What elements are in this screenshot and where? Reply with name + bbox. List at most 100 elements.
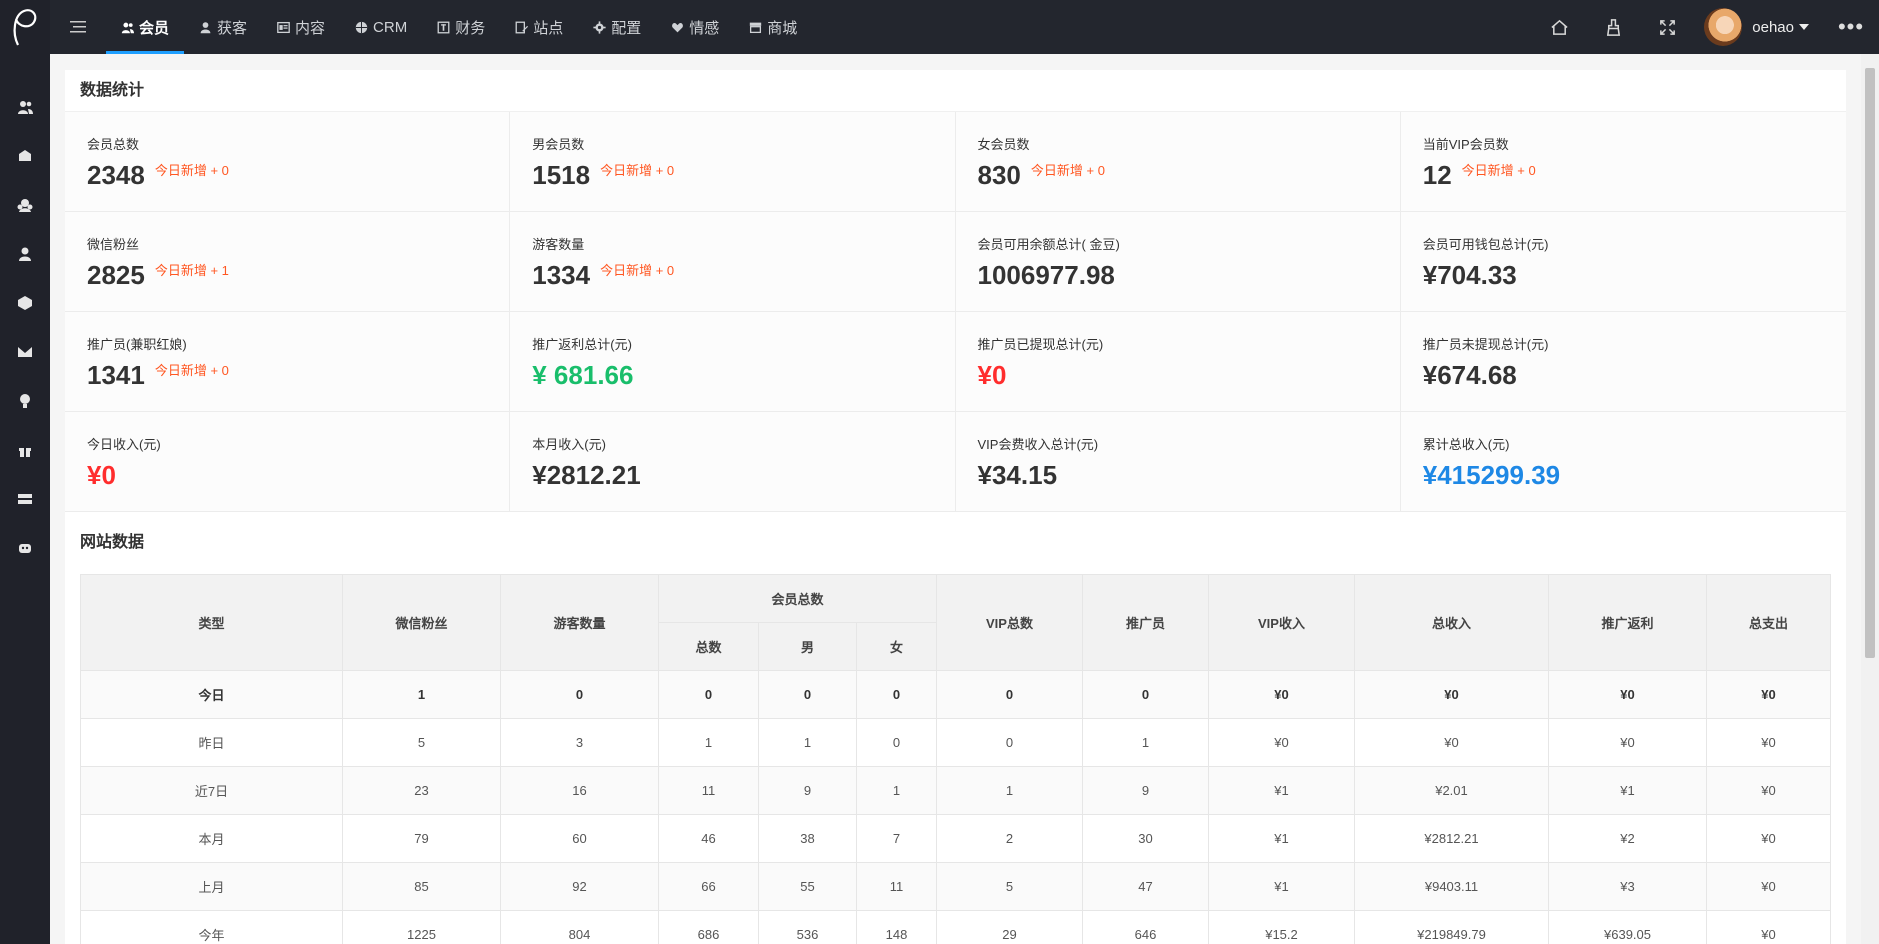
mail-icon <box>18 346 32 357</box>
broom-icon <box>1606 18 1620 36</box>
table-cell: ¥15.2 <box>1208 910 1355 944</box>
user-menu[interactable]: oehao <box>1694 0 1823 54</box>
th-wechat: 微信粉丝 <box>342 574 501 671</box>
table-cell: 0 <box>658 670 759 719</box>
table-cell: 646 <box>1082 910 1209 944</box>
table-cell: 9 <box>1082 766 1209 815</box>
table-cell: 1 <box>342 670 501 719</box>
th-visitor: 游客数量 <box>500 574 659 671</box>
avatar[interactable] <box>1704 8 1743 46</box>
stat-cell: 男会员数 1518 今日新增 + 0 <box>510 112 956 212</box>
site-data-card: 网站数据 类型 微信粉丝 游客数量 会员总数 VIP总数 推广员 VIP收入 总… <box>65 512 1846 944</box>
th-expense: 总支出 <box>1706 574 1831 671</box>
robot-icon <box>19 543 31 553</box>
table-cell: 46 <box>658 814 759 863</box>
nav-item-6[interactable]: 配置 <box>578 0 656 54</box>
sidebar-item-members[interactable] <box>0 82 50 131</box>
stat-value: ¥34.15 <box>977 460 1058 490</box>
box-icon <box>19 149 31 161</box>
globe-icon <box>355 21 368 33</box>
nav-item-2[interactable]: 内容 <box>262 0 340 54</box>
nav-item-label: 获客 <box>217 19 248 37</box>
table-cell: 5 <box>936 862 1083 911</box>
heart-icon <box>672 22 684 32</box>
row-type-cell: 本月 <box>80 814 343 863</box>
stat-value: ¥2812.21 <box>532 460 641 490</box>
members-icon <box>18 100 33 114</box>
table-cell: 92 <box>500 862 659 911</box>
th-members-female: 女 <box>856 622 937 671</box>
th-members-male: 男 <box>758 622 857 671</box>
nav-item-label: 配置 <box>611 19 642 37</box>
table-cell: 16 <box>500 766 659 815</box>
stat-value: 1006977.98 <box>977 260 1115 290</box>
table-cell: 1 <box>758 718 857 767</box>
th-vip-income: VIP收入 <box>1208 574 1355 671</box>
stat-label: 会员总数 <box>87 137 140 152</box>
stat-value: ¥ 681.66 <box>532 360 634 390</box>
table-cell: 11 <box>856 862 937 911</box>
stat-cell: 微信粉丝 2825 今日新增 + 1 <box>65 212 511 312</box>
table-cell: 66 <box>658 862 759 911</box>
nav-item-3[interactable]: CRM <box>340 0 422 54</box>
fullscreen-button[interactable] <box>1640 0 1694 54</box>
nav-item-1[interactable]: 获客 <box>184 0 262 54</box>
table-row: 近7日 23 16 11 9 1 1 9 ¥1 ¥2.01 ¥1 ¥0 <box>80 766 1831 815</box>
table-cell: 9 <box>758 766 857 815</box>
table-cell: 7 <box>856 814 937 863</box>
stat-cell: 推广返利总计(元) ¥ 681.66 <box>510 312 956 412</box>
table-cell: ¥0 <box>1706 766 1831 815</box>
sidebar-item-robot[interactable] <box>0 523 50 572</box>
stat-cell: VIP会费收入总计(元) ¥34.15 <box>955 412 1401 512</box>
stat-today-new: 今日新增 + 0 <box>154 163 229 178</box>
sidebar-item-user[interactable] <box>0 229 50 278</box>
sidebar-item-cube[interactable] <box>0 278 50 327</box>
more-button[interactable]: ••• <box>1823 0 1879 54</box>
table-cell: ¥0 <box>1208 718 1355 767</box>
clear-cache-button[interactable] <box>1586 0 1640 54</box>
th-vip: VIP总数 <box>936 574 1083 671</box>
stat-label: 当前VIP会员数 <box>1422 137 1509 152</box>
home-button[interactable] <box>1532 0 1586 54</box>
table-cell: 0 <box>856 718 937 767</box>
table-cell: ¥639.05 <box>1548 910 1707 944</box>
sidebar-item-box[interactable] <box>0 131 50 180</box>
stat-cell: 会员可用钱包总计(元) ¥704.33 <box>1400 212 1846 312</box>
nav-item-4[interactable]: 财务 <box>422 0 500 54</box>
table-cell: 1 <box>856 766 937 815</box>
stat-value: ¥0 <box>87 460 116 490</box>
nav-item-5[interactable]: 站点 <box>500 0 578 54</box>
table-cell: ¥0 <box>1706 670 1831 719</box>
sidebar-icon-list <box>0 54 50 572</box>
logo[interactable] <box>0 0 50 54</box>
stat-value: 1518 <box>532 160 591 190</box>
menu-toggle-button[interactable] <box>50 0 106 54</box>
table-cell: 29 <box>936 910 1083 944</box>
scrollbar-thumb[interactable] <box>1865 68 1875 658</box>
nav-item-0[interactable]: 会员 <box>106 0 185 54</box>
sidebar-item-server[interactable] <box>0 474 50 523</box>
sidebar-item-bulb[interactable] <box>0 376 50 425</box>
stat-label: VIP会费收入总计(元) <box>977 437 1099 452</box>
stat-label: 本月收入(元) <box>532 437 606 452</box>
table-cell: 85 <box>342 862 501 911</box>
table-cell: 3 <box>500 718 659 767</box>
stat-cell: 推广员已提现总计(元) ¥0 <box>955 312 1401 412</box>
sidebar-item-mail[interactable] <box>0 327 50 376</box>
nav-item-7[interactable]: 情感 <box>656 0 734 54</box>
nav-item-8[interactable]: 商城 <box>734 0 812 54</box>
table-cell: 0 <box>936 670 1083 719</box>
left-sidebar <box>0 0 50 944</box>
nav-item-label: 站点 <box>533 19 564 37</box>
vertical-scrollbar[interactable] <box>1861 54 1879 944</box>
site-icon <box>515 21 529 33</box>
th-promoter: 推广员 <box>1082 574 1209 671</box>
sidebar-item-gift[interactable] <box>0 425 50 474</box>
sidebar-item-group[interactable] <box>0 180 50 229</box>
nav-item-label: 财务 <box>455 19 486 37</box>
table-cell: 47 <box>1082 862 1209 911</box>
table-cell: 5 <box>342 718 501 767</box>
gear-icon <box>593 20 606 34</box>
site-data-title: 网站数据 <box>80 534 145 551</box>
table-cell: ¥0 <box>1706 718 1831 767</box>
